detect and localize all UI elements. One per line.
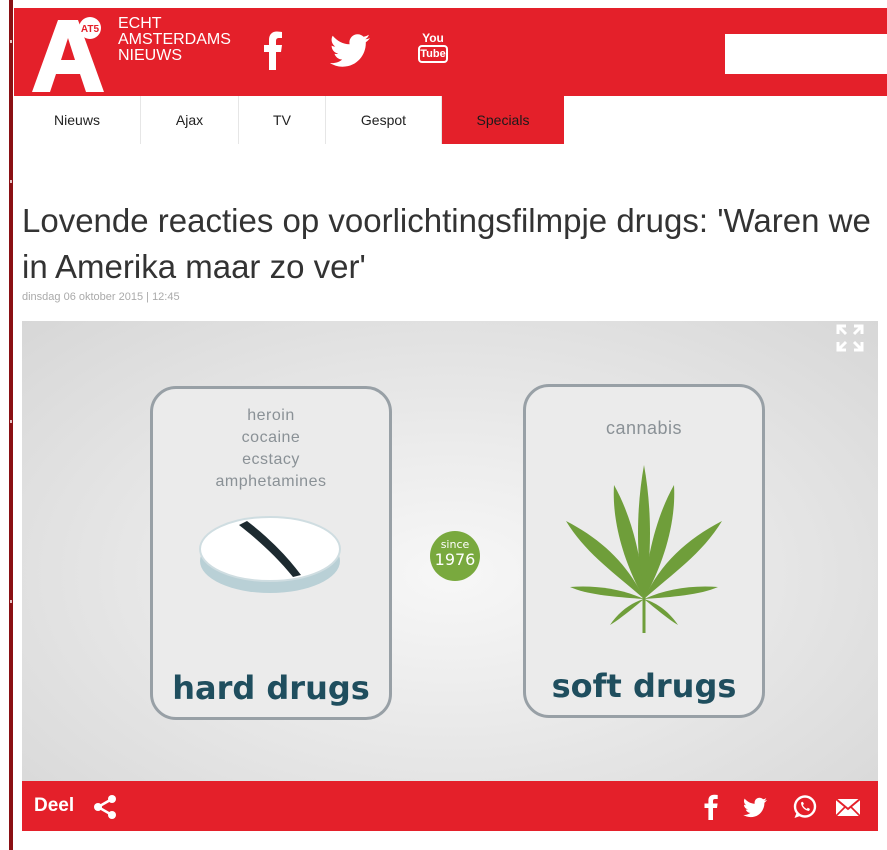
hard-drugs-list: heroin cocaine ecstacy amphetamines (153, 405, 389, 493)
facebook-icon[interactable] (260, 30, 286, 70)
drug-item: cannabis (605, 418, 683, 438)
at5-logo[interactable]: AT5 (28, 14, 108, 94)
nav-item-ajax[interactable]: Ajax (141, 96, 239, 144)
soft-drugs-list: cannabis (526, 417, 762, 439)
share-bar: Deel (22, 781, 878, 831)
share-label[interactable]: Deel (34, 795, 74, 817)
article-date: dinsdag 06 oktober 2015 | 12:45 (22, 291, 180, 303)
site-header: AT5 ECHT AMSTERDAMS NIEUWS You Tube (14, 8, 887, 96)
drug-item: cocaine (241, 429, 301, 446)
page-left-border (9, 0, 13, 850)
since-label: since (440, 538, 470, 551)
logo-badge-text: AT5 (81, 24, 100, 35)
share-icon[interactable] (92, 794, 118, 820)
nav-label: Specials (476, 112, 530, 128)
facebook-icon[interactable] (698, 794, 724, 820)
cannabis-leaf-icon (566, 465, 722, 633)
search-input[interactable] (725, 34, 887, 74)
drug-item: amphetamines (215, 473, 327, 490)
nav-item-tv[interactable]: TV (239, 96, 326, 144)
youtube-icon[interactable]: You Tube (418, 32, 448, 72)
hard-drugs-card: heroin cocaine ecstacy amphetamines hard… (150, 386, 392, 720)
brand-text: ECHT AMSTERDAMS NIEUWS (118, 16, 231, 64)
youtube-label-bottom: Tube (418, 45, 448, 63)
pill-icon (199, 516, 341, 593)
article-title: Lovende reacties op voorlichtingsfilmpje… (22, 202, 871, 285)
hard-drugs-title: hard drugs (172, 669, 370, 707)
border-speck (10, 600, 12, 603)
drug-item: heroin (247, 407, 295, 424)
brand-line-1: ECHT (118, 15, 162, 32)
border-speck (10, 420, 12, 423)
nav-item-gespot[interactable]: Gespot (326, 96, 442, 144)
nav-item-nieuws[interactable]: Nieuws (14, 96, 141, 144)
soft-drugs-card: cannabis soft drugs (523, 384, 765, 718)
brand-line-3: NIEUWS (118, 47, 182, 64)
twitter-icon[interactable] (328, 30, 372, 70)
since-badge: since 1976 (430, 531, 480, 581)
video-player[interactable]: heroin cocaine ecstacy amphetamines hard… (22, 321, 878, 781)
twitter-icon[interactable] (742, 794, 768, 820)
nav-label: Ajax (175, 112, 204, 128)
border-speck (10, 40, 12, 43)
since-year: 1976 (434, 550, 476, 569)
nav-label: TV (273, 112, 291, 128)
nav-label: Gespot (360, 112, 407, 128)
whatsapp-icon[interactable] (792, 794, 818, 820)
drug-item: ecstacy (242, 451, 300, 468)
nav-item-specials[interactable]: Specials (442, 96, 564, 144)
soft-drugs-title: soft drugs (551, 667, 737, 705)
nav-label: Nieuws (54, 112, 100, 128)
youtube-label-top: You (422, 31, 444, 45)
border-speck (10, 180, 12, 183)
fullscreen-icon[interactable] (836, 324, 864, 352)
mail-icon[interactable] (835, 794, 861, 820)
main-nav: Nieuws Ajax TV Gespot Specials (14, 96, 574, 144)
brand-line-2: AMSTERDAMS (118, 31, 231, 48)
